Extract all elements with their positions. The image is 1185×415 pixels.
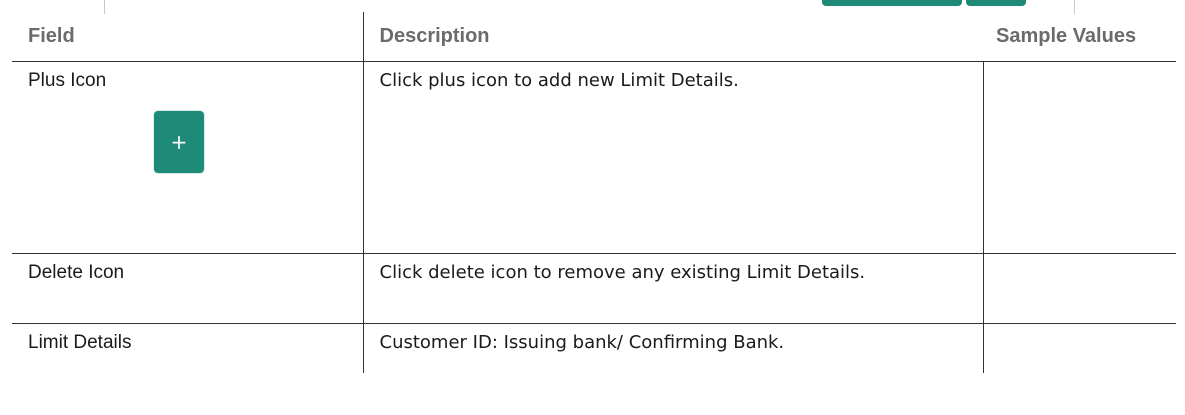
- table-row: Delete Icon Click delete icon to remove …: [12, 253, 1176, 324]
- field-cell: Delete Icon: [12, 253, 364, 324]
- description-cell: Click plus icon to add new Limit Details…: [362, 61, 984, 254]
- sample-cell: [982, 253, 1176, 324]
- description-cell: Customer ID: Issuing bank/ Confirming Ba…: [362, 323, 984, 373]
- sample-cell: [982, 61, 1176, 254]
- sample-cell: [982, 323, 1176, 373]
- description-cell: Click delete icon to remove any existing…: [362, 253, 984, 324]
- field-cell: Limit Details: [12, 323, 364, 373]
- clipped-button-top: [822, 0, 962, 6]
- header-sample-values: Sample Values: [983, 12, 1176, 62]
- field-label: Plus Icon: [28, 70, 107, 91]
- field-cell: Plus Icon +: [12, 61, 364, 254]
- table-row: Limit Details Customer ID: Issuing bank/…: [12, 323, 1176, 373]
- plus-icon[interactable]: +: [154, 111, 204, 173]
- plus-glyph: +: [170, 130, 188, 154]
- table-header-row: Field Description Sample Values: [12, 12, 1176, 62]
- field-description-table: Field Description Sample Values Plus Ico…: [12, 12, 1176, 373]
- header-description: Description: [362, 12, 983, 62]
- clipped-button-top: [966, 0, 1026, 6]
- header-field: Field: [12, 12, 363, 62]
- table-row: Plus Icon + Click plus icon to add new L…: [12, 61, 1176, 254]
